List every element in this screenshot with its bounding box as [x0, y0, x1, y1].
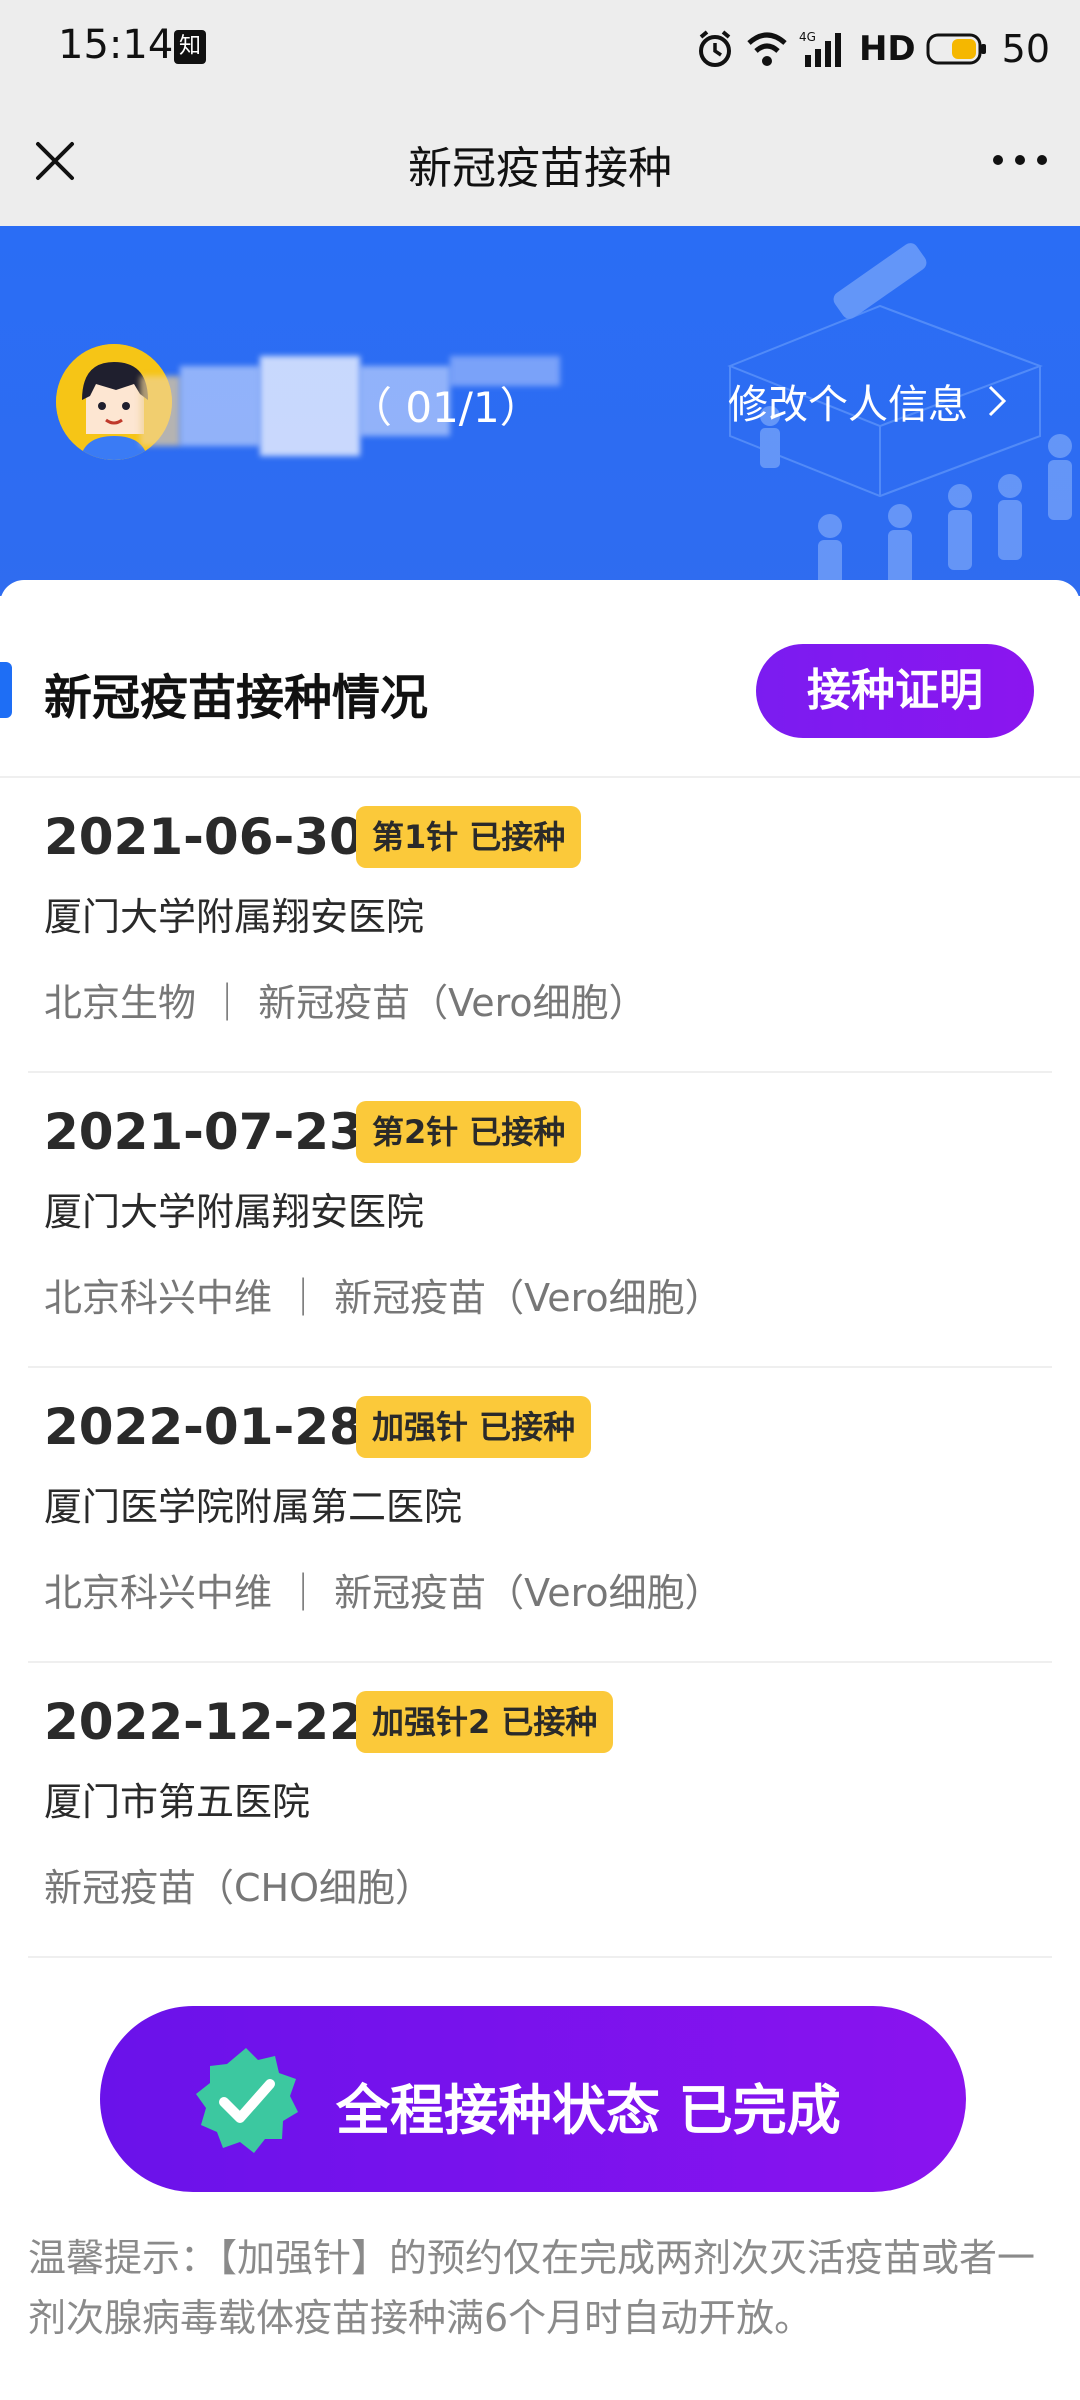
record-date: 2021-06-30 — [44, 808, 364, 866]
dose-badge: 第2针 已接种 — [356, 1101, 582, 1163]
battery-level: 50 — [1001, 27, 1050, 71]
dose-badge: 第1针 已接种 — [356, 806, 582, 868]
status-bar: 15:14 知 4G HD 50 — [0, 0, 1080, 96]
edit-profile-label: 修改个人信息 — [728, 382, 968, 428]
section-title: 新冠疫苗接种情况 — [44, 670, 429, 726]
completion-status-label: 全程接种状态 已完成 — [336, 2079, 841, 2142]
record-vaccine: 北京科兴中维 ｜ 新冠疫苗（Vero细胞） — [44, 1276, 723, 1320]
record-hospital: 厦门市第五医院 — [44, 1780, 311, 1824]
signal-icon: 4G — [799, 30, 841, 67]
record-hospital: 厦门医学院附属第二医院 — [44, 1485, 463, 1529]
record-item[interactable]: 2022-12-22 加强针2 已接种 厦门市第五医院 新冠疫苗（CHO细胞） — [28, 1663, 1052, 1958]
record-item[interactable]: 2021-07-23 第2针 已接种 厦门大学附属翔安医院 北京科兴中维 ｜ 新… — [28, 1073, 1052, 1368]
chevron-right-icon — [988, 385, 1007, 417]
alarm-icon — [698, 30, 731, 67]
record-vaccine: 北京科兴中维 ｜ 新冠疫苗（Vero细胞） — [44, 1571, 723, 1615]
record-date: 2022-01-28 — [44, 1398, 364, 1456]
vaccination-records: 2021-06-30 第1针 已接种 厦门大学附属翔安医院 北京生物 ｜ 新冠疫… — [0, 778, 1080, 1958]
network-type: 4G — [799, 30, 816, 44]
verified-check-icon — [196, 2048, 298, 2153]
completion-status-button[interactable]: 全程接种状态 已完成 — [100, 2006, 966, 2192]
wifi-icon — [747, 32, 787, 66]
dose-badge: 加强针 已接种 — [356, 1396, 592, 1458]
id-suffix: （ 01/1） — [350, 383, 542, 432]
record-item[interactable]: 2021-06-30 第1针 已接种 厦门大学附属翔安医院 北京生物 ｜ 新冠疫… — [28, 778, 1052, 1073]
record-vaccine: 北京生物 ｜ 新冠疫苗（Vero细胞） — [44, 981, 647, 1025]
record-hospital: 厦门大学附属翔安医院 — [44, 895, 425, 939]
profile-banner: （ 01/1） 修改个人信息 — [0, 226, 1080, 596]
record-date: 2021-07-23 — [44, 1103, 364, 1161]
status-time: 15:14 — [58, 22, 174, 68]
record-vaccine: 新冠疫苗（CHO细胞） — [44, 1866, 434, 1910]
section-accent-bar — [0, 662, 12, 718]
reminder-tip: 温馨提示：【加强针】的预约仅在完成两剂次灭活疫苗或者一剂次腺病毒载体疫苗接种满6… — [28, 2236, 1036, 2340]
record-date: 2022-12-22 — [44, 1693, 364, 1751]
battery-icon — [926, 33, 986, 65]
record-hospital: 厦门大学附属翔安医院 — [44, 1190, 425, 1234]
dose-badge: 加强针2 已接种 — [356, 1691, 614, 1753]
nav-bar: 新冠疫苗接种 — [0, 96, 1080, 226]
edit-profile-link[interactable]: 修改个人信息 — [728, 372, 1008, 430]
record-item[interactable]: 2022-01-28 加强针 已接种 厦门医学院附属第二医院 北京科兴中维 ｜ … — [28, 1368, 1052, 1663]
status-icons: 4G HD 50 — [695, 24, 1050, 74]
more-icon[interactable] — [990, 140, 1050, 180]
certificate-button[interactable]: 接种证明 — [756, 644, 1034, 738]
hd-label: HD — [858, 29, 916, 69]
zhihu-notification-icon: 知 — [174, 30, 206, 64]
page-title: 新冠疫苗接种 — [408, 143, 672, 194]
